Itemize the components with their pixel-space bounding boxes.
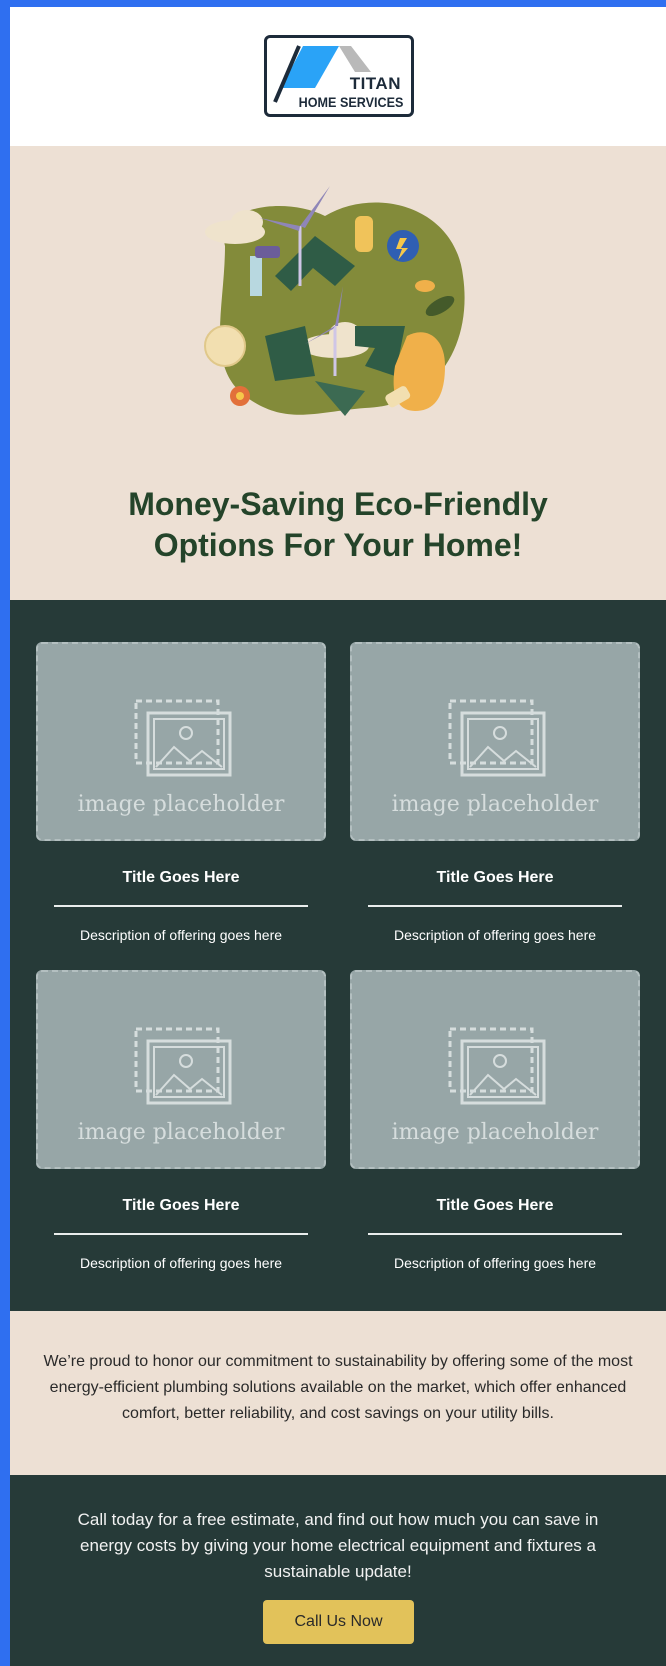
cta-text: Call today for a free estimate, and find… [77,1510,599,1581]
cta-section: Call today for a free estimate, and find… [10,1475,666,1666]
image-placeholder-icon [448,1027,546,1105]
card-description: Description of offering goes here [79,1255,283,1271]
commitment-section: We’re proud to honor our commitment to s… [10,1311,666,1475]
email-page: TITAN HOME SERVICES Money-Saving Eco-Fri… [10,7,666,1666]
image-placeholder-label: image placeholder [77,792,285,817]
image-placeholder-icon [134,1027,232,1105]
card-divider [54,905,308,907]
card-title: Title Goes Here [122,1197,240,1214]
offering-card-1[interactable]: image placeholder Title Goes Here Descri… [36,642,326,943]
eco-recycle-illustration [204,186,465,416]
card-title: Title Goes Here [122,869,240,886]
card-description: Description of offering goes here [393,927,597,943]
header: TITAN HOME SERVICES [10,7,666,146]
card-divider [368,1233,622,1235]
logo-text-home-services: HOME SERVICES [298,94,403,110]
call-us-now-button[interactable]: Call Us Now [263,1600,414,1644]
image-placeholder: image placeholder [350,642,640,841]
card-description: Description of offering goes here [79,927,283,943]
offering-card-2[interactable]: image placeholder Title Goes Here Descri… [350,642,640,943]
hero-title: Money-Saving Eco-Friendly Options For Yo… [128,486,548,563]
offering-card-3[interactable]: image placeholder Title Goes Here Descri… [36,970,326,1271]
hero-section: Money-Saving Eco-Friendly Options For Yo… [10,146,666,600]
image-placeholder-label: image placeholder [391,792,599,817]
card-divider [54,1233,308,1235]
card-divider [368,905,622,907]
offering-card-4[interactable]: image placeholder Title Goes Here Descri… [350,970,640,1271]
commitment-text: We’re proud to honor our commitment to s… [43,1353,633,1422]
offerings-section: image placeholder Title Goes Here Descri… [10,600,666,1311]
image-placeholder: image placeholder [36,642,326,841]
card-title: Title Goes Here [436,869,554,886]
image-placeholder-icon [134,699,232,777]
image-placeholder-icon [448,699,546,777]
card-title: Title Goes Here [436,1197,554,1214]
logo-text-titan: TITAN [349,74,401,93]
image-placeholder: image placeholder [36,970,326,1169]
company-logo[interactable]: TITAN HOME SERVICES [264,35,414,117]
image-placeholder-label: image placeholder [391,1120,599,1145]
image-placeholder-label: image placeholder [77,1120,285,1145]
card-description: Description of offering goes here [393,1255,597,1271]
image-placeholder: image placeholder [350,970,640,1169]
